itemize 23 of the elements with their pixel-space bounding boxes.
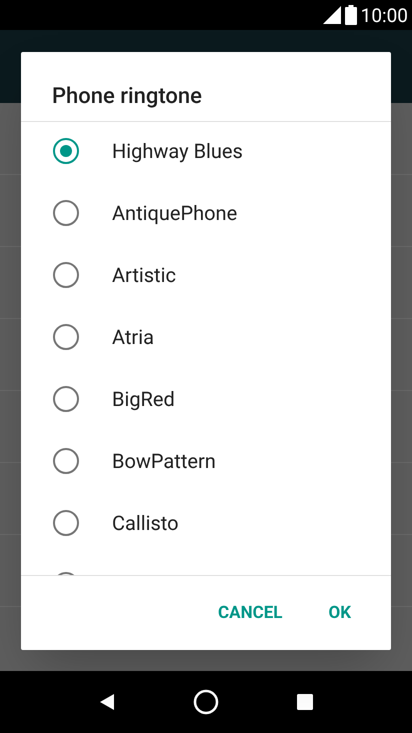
radio-button[interactable]	[53, 448, 79, 474]
option-label[interactable]: BowPattern	[112, 451, 216, 471]
option-label[interactable]: Highway Blues	[112, 141, 243, 161]
option-label[interactable]: Atria	[112, 327, 154, 347]
option-label[interactable]: Artistic	[112, 265, 176, 285]
home-icon[interactable]	[192, 689, 219, 715]
dialog-button[interactable]: CANCEL	[202, 596, 298, 630]
dialog-title: Phone ringtone	[52, 86, 202, 108]
radio-button[interactable]	[53, 324, 79, 350]
radio-button[interactable]	[53, 386, 79, 412]
back-icon[interactable]	[98, 692, 116, 712]
radio-button[interactable]	[53, 262, 79, 288]
radio-button[interactable]	[53, 200, 79, 226]
status-time: 10:00	[360, 6, 408, 24]
option-label[interactable]: Callisto	[112, 513, 179, 533]
battery-icon	[344, 5, 357, 25]
radio-button[interactable]	[53, 138, 79, 164]
signal-icon	[322, 6, 341, 24]
option-label[interactable]: BigRed	[112, 389, 175, 409]
radio-button[interactable]	[53, 510, 79, 536]
recents-icon[interactable]	[296, 693, 314, 711]
dialog-button[interactable]: OK	[312, 596, 367, 630]
option-label[interactable]: AntiquePhone	[112, 203, 238, 223]
